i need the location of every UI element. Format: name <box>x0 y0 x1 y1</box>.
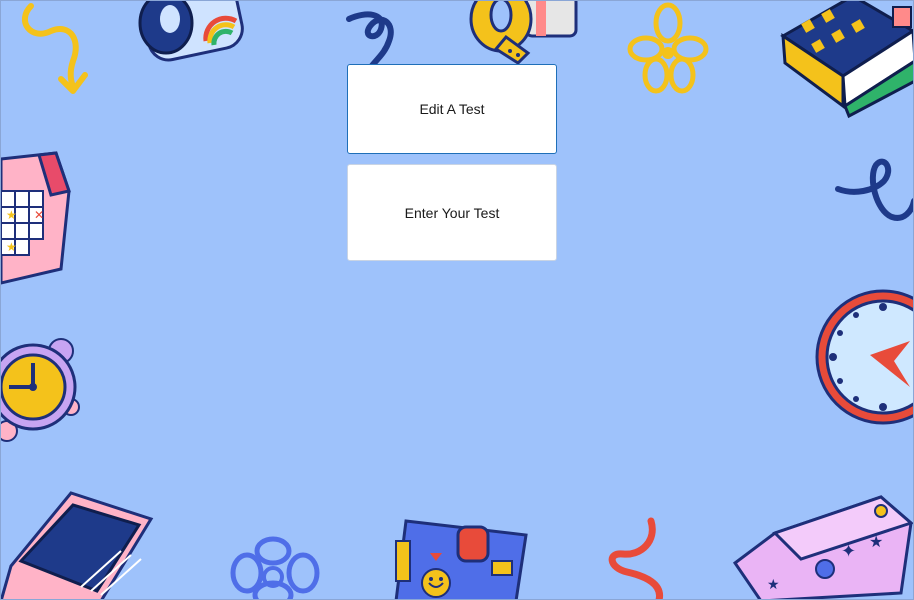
planner-notebook-icon <box>394 519 528 599</box>
enter-test-button[interactable]: Enter Your Test <box>347 164 557 261</box>
svg-text:★: ★ <box>869 532 883 551</box>
laptop-icon <box>1 491 154 599</box>
svg-text:★: ★ <box>6 240 17 254</box>
spiral-icon <box>346 11 394 70</box>
calendar-icon: ★ ✕ ★ <box>1 151 71 285</box>
flower-outline-blue-icon <box>230 536 320 599</box>
swirl-icon <box>835 158 913 221</box>
tape-roll-icon <box>469 1 578 65</box>
svg-text:✦: ✦ <box>841 541 856 562</box>
svg-text:★: ★ <box>767 577 780 593</box>
alarm-clock-icon <box>1 338 80 442</box>
app-window: ★ ✕ ★ ✦ ★ ★ Edit A Test Enter Your Test <box>0 0 914 600</box>
pencil-case-icon: ✦ ★ ★ <box>732 495 913 599</box>
squiggle-arrow-icon <box>22 3 88 94</box>
flower-outline-icon <box>627 2 709 94</box>
lens-camera-icon <box>138 1 244 62</box>
books-stack-icon <box>780 1 913 119</box>
edit-test-button[interactable]: Edit A Test <box>347 64 557 154</box>
spring-coil-icon <box>608 517 663 599</box>
wall-clock-icon <box>815 289 913 425</box>
svg-text:✕: ✕ <box>34 208 44 222</box>
svg-text:★: ★ <box>6 208 17 222</box>
